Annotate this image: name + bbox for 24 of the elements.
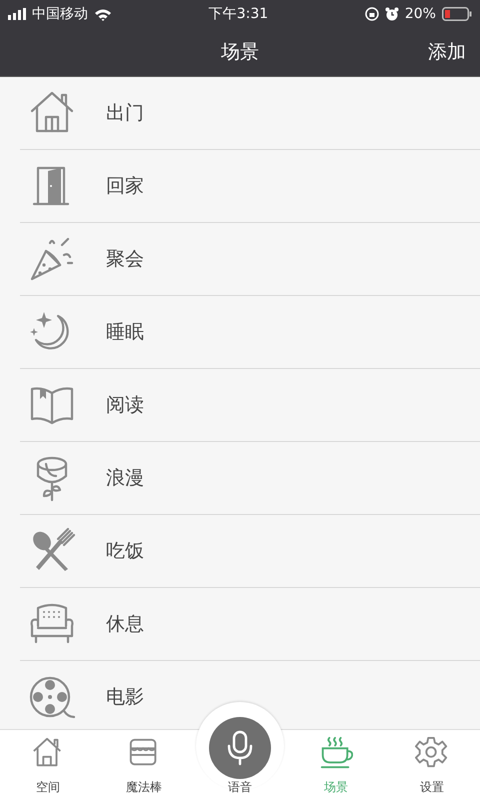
settings-icon: [415, 736, 449, 770]
scene-item[interactable]: 浪漫: [20, 442, 480, 515]
scene-item[interactable]: 睡眠: [20, 296, 480, 369]
tab[interactable]: 魔法棒: [96, 730, 192, 800]
rotation-lock-icon: [364, 7, 379, 21]
coffee-cup-icon: [319, 736, 353, 770]
page-title: 场景: [221, 40, 259, 65]
alarm-clock-icon: [384, 7, 399, 21]
scene-item[interactable]: 休息: [20, 588, 480, 661]
status-time: 下午3:31: [208, 5, 268, 23]
battery-percent: 20%: [404, 6, 436, 22]
scene-item[interactable]: 吃饭: [20, 515, 480, 588]
add-button[interactable]: 添加: [426, 37, 468, 67]
tab[interactable]: 设置: [384, 730, 480, 800]
party-popper-icon: [28, 235, 76, 283]
scene-item[interactable]: 回家: [20, 150, 480, 223]
scene-item[interactable]: 出门: [20, 77, 480, 150]
wifi-icon: [94, 8, 112, 20]
scene-item[interactable]: 聚会: [20, 223, 480, 296]
carrier-name: 中国移动: [32, 5, 88, 23]
tab[interactable]: 空间: [0, 730, 96, 800]
scene-item[interactable]: 阅读: [20, 369, 480, 442]
battery-icon: [442, 7, 472, 21]
signal-icon: [8, 8, 26, 20]
